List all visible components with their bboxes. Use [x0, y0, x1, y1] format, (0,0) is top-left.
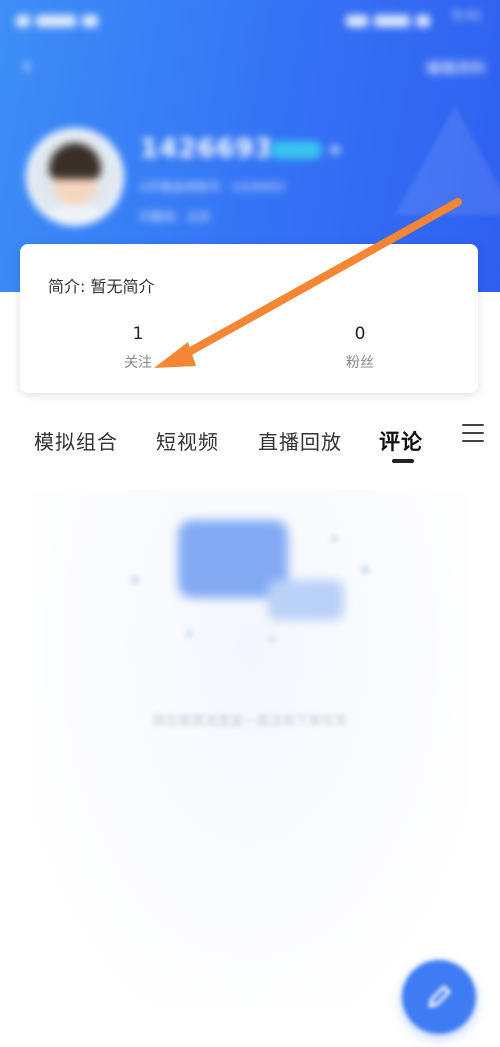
ip-location: IP属地：北京	[140, 210, 211, 224]
tab-short-video[interactable]: 短视频	[156, 426, 219, 455]
compose-fab[interactable]	[402, 960, 476, 1034]
status-bar: 9:41	[0, 0, 500, 36]
following-label: 关注	[124, 355, 152, 371]
status-time: 9:41	[452, 9, 482, 24]
tab-live-replay[interactable]: 直播回放	[258, 426, 342, 455]
avatar[interactable]	[26, 128, 124, 226]
level-badge	[270, 141, 322, 159]
active-tab-indicator	[392, 459, 414, 463]
decor-dot	[330, 535, 338, 543]
status-icons-left	[16, 10, 136, 27]
content-tabs: 模拟组合 短视频 直播回放 评论	[0, 420, 500, 472]
profile-card: 简介: 暂无简介 1 关注 0 粉丝	[20, 244, 478, 393]
profile-intro: 简介: 暂无简介	[48, 277, 155, 296]
menu-icon[interactable]	[462, 424, 484, 446]
decor-dot	[360, 565, 370, 575]
chat-bubble-small-illustration	[268, 580, 344, 620]
fans-stat[interactable]: 0 粉丝	[300, 324, 420, 372]
user-info-line: A手股金用账号 · 1426693	[140, 180, 286, 194]
profile-page: 9:41 ‹ 编辑资料 1426693 A手股金用账号 · 1426693 IP…	[0, 0, 500, 1047]
badge-dot	[330, 145, 340, 155]
following-count: 1	[132, 324, 144, 344]
decor-dot	[185, 630, 193, 638]
decor-dot	[130, 575, 140, 585]
following-stat[interactable]: 1 关注	[78, 324, 198, 372]
fans-count: 0	[354, 324, 366, 344]
status-icons-right	[340, 10, 430, 29]
tab-comments[interactable]: 评论	[379, 426, 423, 456]
edit-pencil-icon	[428, 985, 451, 1008]
tab-simulated-portfolio[interactable]: 模拟组合	[34, 426, 118, 455]
chevron-left-icon: ‹	[21, 51, 33, 81]
edit-profile-button[interactable]: 编辑资料	[426, 57, 486, 78]
fans-label: 粉丝	[346, 355, 374, 371]
decor-dot	[268, 635, 276, 643]
decorative-triangle	[395, 105, 500, 215]
back-button[interactable]: ‹	[12, 52, 42, 82]
empty-state-text: 我在股票池里面一直没有下单任务	[152, 714, 348, 729]
username: 1426693	[140, 134, 274, 164]
